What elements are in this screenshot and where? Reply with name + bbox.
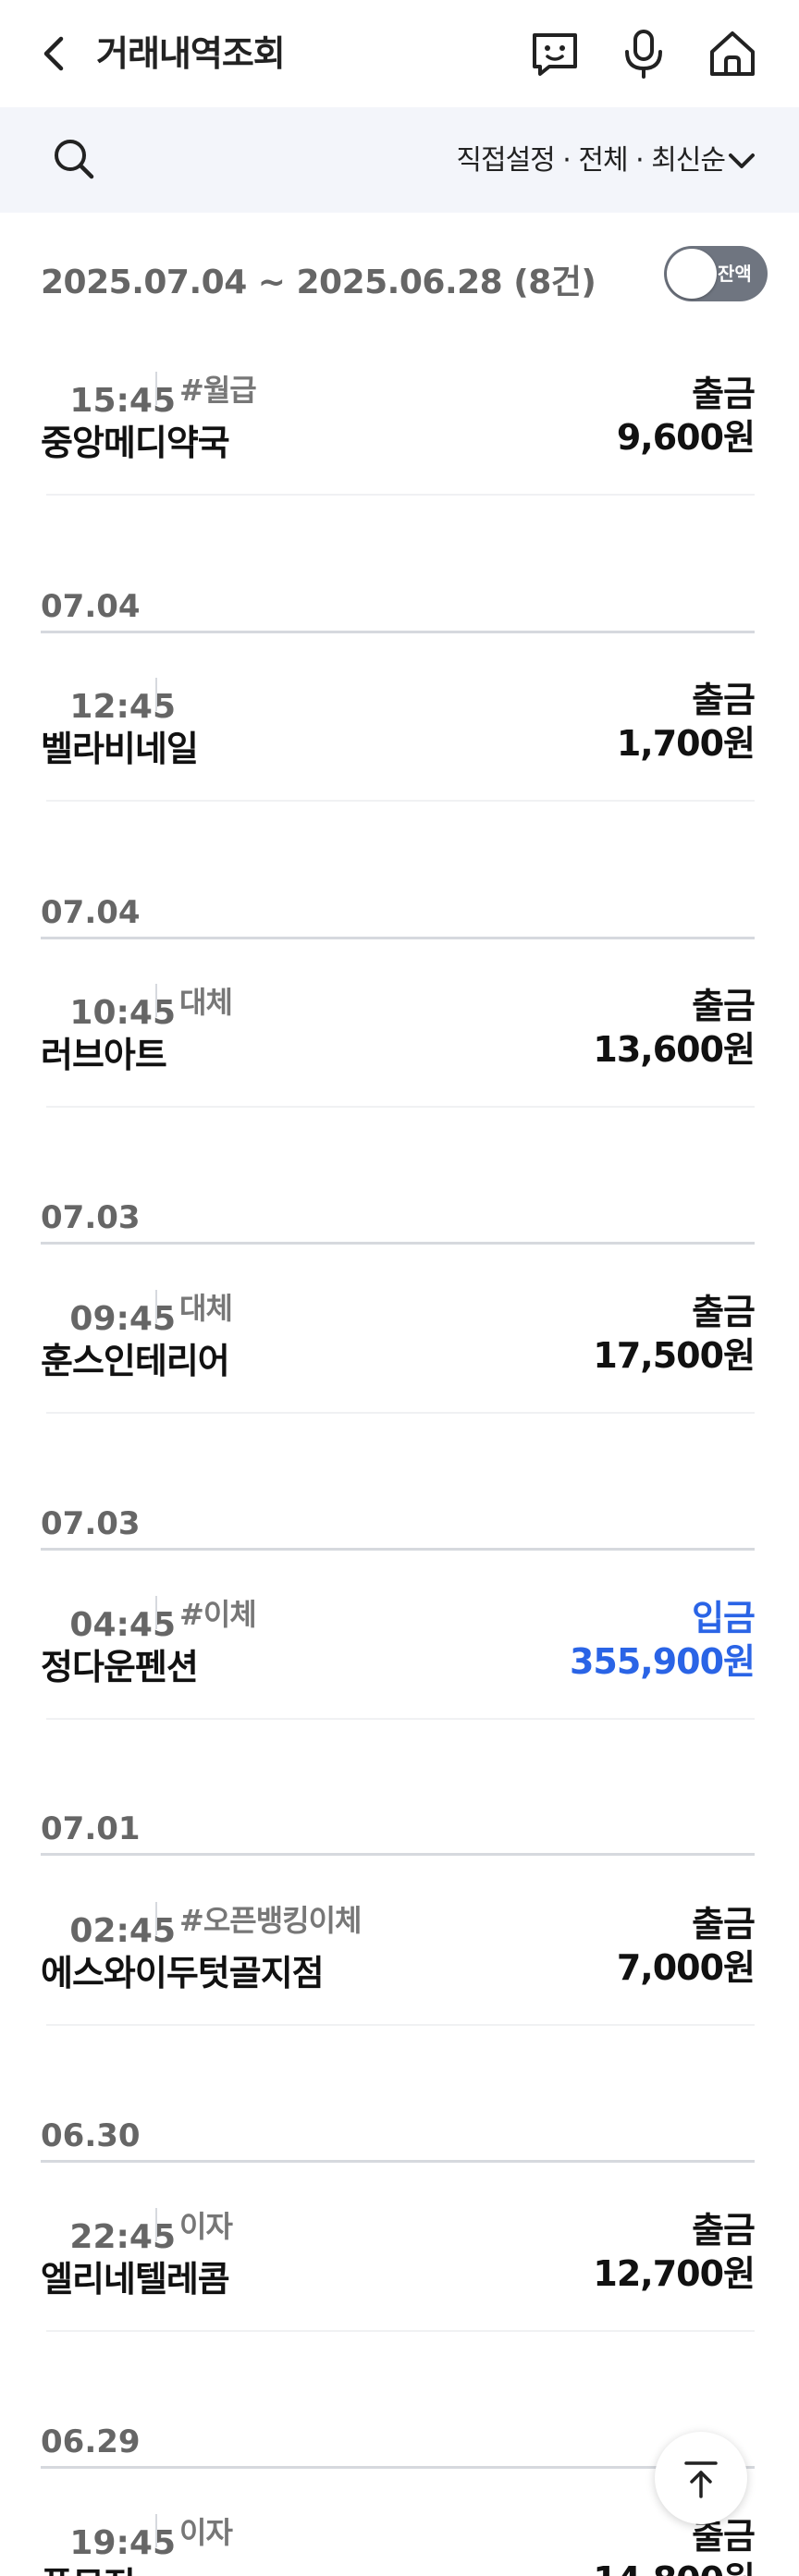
chat-bot-icon [533, 33, 577, 76]
section-divider [41, 2160, 755, 2163]
divider [155, 1290, 157, 1323]
transaction-name: 벨라비네일 [41, 729, 199, 769]
transaction-type: 출금 [692, 680, 756, 720]
row-divider [46, 2330, 755, 2332]
filter-bar: 직접설정 · 전체 · 최신순 [0, 107, 799, 213]
transaction-time: 02:45 [69, 1912, 176, 1950]
transaction-type: 출금 [692, 1292, 756, 1332]
row-divider [46, 1718, 755, 1720]
row-divider [46, 494, 755, 496]
transaction-row[interactable]: 15:45 #월급 중앙메디약국 출금 9,600원 [41, 372, 756, 501]
balance-toggle[interactable]: 잔액 [664, 246, 768, 301]
transaction-row[interactable]: 19:45 이자 플무진 출금 14,800원 [41, 2514, 756, 2576]
section-date: 07.01 [41, 1810, 141, 1847]
transaction-memo: #이체 [179, 1597, 257, 1632]
transaction-amount: 17,500원 [593, 1335, 756, 1376]
transaction-row[interactable]: 12:45 벨라비네일 출금 1,700원 [41, 678, 756, 807]
section-date: 07.03 [41, 1199, 141, 1236]
row-divider [46, 1412, 755, 1414]
transaction-memo: 이자 [179, 2209, 233, 2244]
transaction-row[interactable]: 10:45 대체 러브아트 출금 13,600원 [41, 984, 756, 1113]
transaction-row[interactable]: 02:45 #오픈뱅킹이체 에스와이두텃골지점 출금 7,000원 [41, 1902, 756, 2031]
transaction-amount: 13,600원 [593, 1029, 756, 1070]
section-date: 07.03 [41, 1505, 141, 1542]
app-header: 거래내역조회 [0, 0, 799, 107]
transaction-time: 10:45 [69, 994, 176, 1032]
transaction-amount: 9,600원 [616, 417, 756, 458]
section-divider [41, 1853, 755, 1856]
transaction-type: 입금 [692, 1598, 756, 1638]
filter-dropdown[interactable] [725, 142, 758, 179]
toggle-knob [667, 249, 717, 299]
transaction-amount: 7,000원 [616, 1947, 756, 1988]
transaction-time: 15:45 [69, 382, 176, 420]
row-divider [46, 2024, 755, 2026]
chatbot-button[interactable] [527, 26, 583, 81]
section-divider [41, 1548, 755, 1551]
scroll-to-top-button[interactable] [655, 2432, 747, 2524]
transaction-time: 09:45 [69, 1300, 176, 1338]
balance-toggle-label: 잔액 [718, 263, 752, 285]
transaction-name: 에스와이두텃골지점 [41, 1953, 325, 1993]
transaction-memo: #오픈뱅킹이체 [179, 1903, 362, 1938]
transaction-memo: 대체 [179, 985, 233, 1020]
home-icon [710, 31, 755, 76]
transaction-name: 중앙메디약국 [41, 423, 230, 463]
transaction-time: 12:45 [69, 688, 176, 726]
transaction-name: 엘리네텔레콤 [41, 2259, 230, 2300]
transaction-row[interactable]: 04:45 #이체 정다운펜션 입금 355,900원 [41, 1596, 756, 1725]
filter-summary-button[interactable]: 직접설정 · 전체 · 최신순 [456, 141, 726, 181]
transaction-name: 정다운펜션 [41, 1647, 199, 1687]
transaction-name: 플무진 [41, 2560, 136, 2576]
divider [155, 372, 157, 405]
back-button[interactable] [33, 28, 78, 80]
section-divider [41, 1242, 755, 1245]
transaction-memo: 대체 [179, 1291, 233, 1326]
transaction-type: 출금 [692, 986, 756, 1026]
divider [155, 2514, 157, 2547]
transaction-amount: 14,800원 [593, 2557, 756, 2576]
arrow-up-icon [684, 2461, 718, 2498]
section-date: 07.04 [41, 588, 141, 625]
section-date: 06.30 [41, 2117, 141, 2154]
transaction-row[interactable]: 22:45 이자 엘리네텔레콤 출금 12,700원 [41, 2208, 756, 2337]
row-divider [46, 800, 755, 802]
chevron-left-icon [43, 36, 64, 71]
chevron-down-icon [729, 153, 755, 168]
search-icon [55, 140, 94, 179]
section-divider [41, 937, 755, 939]
transaction-type: 출금 [692, 1904, 756, 1944]
page-title: 거래내역조회 [96, 33, 286, 74]
transaction-name: 러브아트 [41, 1035, 167, 1075]
transaction-amount: 355,900원 [569, 1641, 756, 1682]
divider [155, 984, 157, 1017]
transaction-time: 22:45 [69, 2218, 176, 2256]
microphone-icon [625, 30, 662, 79]
voice-button[interactable] [616, 26, 671, 81]
divider [155, 2208, 157, 2241]
transaction-memo: 이자 [179, 2515, 233, 2550]
divider [155, 1902, 157, 1935]
divider [155, 678, 157, 711]
transaction-memo: #월급 [179, 373, 257, 408]
divider [155, 1596, 157, 1629]
section-date: 07.04 [41, 894, 141, 931]
transaction-amount: 12,700원 [593, 2253, 756, 2294]
section-divider [41, 631, 755, 633]
transaction-type: 출금 [692, 2210, 756, 2251]
section-date: 06.29 [41, 2423, 141, 2460]
section-divider [41, 2466, 755, 2469]
transaction-time: 19:45 [69, 2524, 176, 2562]
transaction-type: 출금 [692, 374, 756, 414]
row-divider [46, 1106, 755, 1108]
transaction-name: 훈스인테리어 [41, 1341, 230, 1381]
transaction-row[interactable]: 09:45 대체 훈스인테리어 출금 17,500원 [41, 1290, 756, 1419]
transaction-amount: 1,700원 [616, 723, 756, 764]
transaction-time: 04:45 [69, 1606, 176, 1644]
search-button[interactable] [48, 133, 100, 185]
date-range-summary: 2025.07.04 ~ 2025.06.28 (8건) [41, 264, 596, 301]
home-button[interactable] [705, 26, 760, 81]
